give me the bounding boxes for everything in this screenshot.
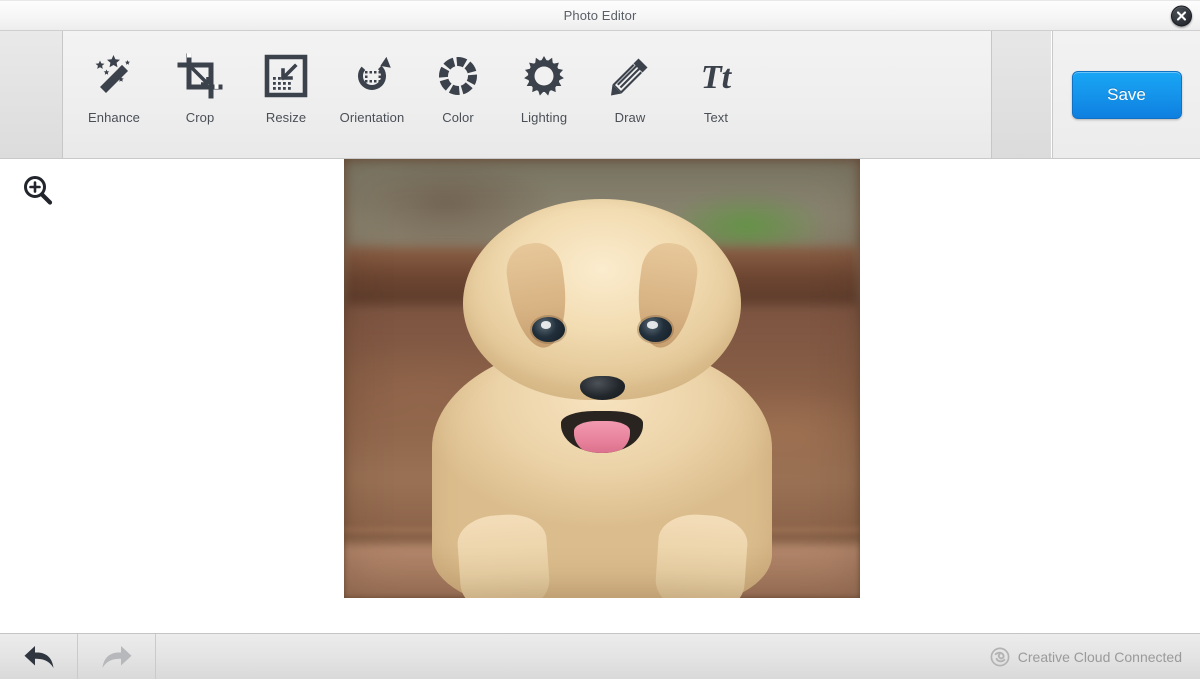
color-wheel-icon bbox=[435, 51, 481, 101]
toolbar: Enhance Crop Resize Orientation Color Li… bbox=[0, 31, 1200, 159]
tool-draw[interactable]: Draw bbox=[587, 51, 673, 125]
resize-icon bbox=[263, 51, 309, 101]
tool-color[interactable]: Color bbox=[415, 51, 501, 125]
tool-label: Color bbox=[442, 110, 474, 125]
rotate-icon bbox=[349, 51, 395, 101]
zoom-in-magnifier-icon bbox=[20, 173, 56, 209]
tool-resize[interactable]: Resize bbox=[243, 51, 329, 125]
tool-label: Orientation bbox=[339, 110, 405, 125]
undo-arrow-icon bbox=[22, 642, 56, 672]
window-title: Photo Editor bbox=[563, 8, 637, 23]
puppy-paw-left bbox=[455, 511, 551, 598]
photo-canvas[interactable] bbox=[344, 159, 860, 598]
tool-orientation[interactable]: Orientation bbox=[329, 51, 415, 125]
photo-editor-window: Photo Editor Enhance Crop Resize Orienta… bbox=[0, 0, 1200, 679]
toolbar-left-gutter bbox=[0, 31, 63, 158]
title-bar: Photo Editor bbox=[0, 0, 1200, 31]
tool-label: Crop bbox=[185, 110, 215, 125]
tool-crop[interactable]: Crop bbox=[157, 51, 243, 125]
tool-label: Text bbox=[703, 110, 729, 125]
tool-list: Enhance Crop Resize Orientation Color Li… bbox=[63, 31, 991, 158]
undo-button[interactable] bbox=[0, 634, 78, 679]
save-button[interactable]: Save bbox=[1071, 70, 1182, 119]
text-tt-icon: Tt bbox=[693, 51, 739, 101]
creative-cloud-icon bbox=[990, 647, 1010, 667]
tool-label: Draw bbox=[614, 110, 646, 125]
close-button[interactable] bbox=[1171, 5, 1192, 26]
canvas-area bbox=[0, 159, 1200, 633]
close-x-icon bbox=[1176, 10, 1187, 21]
pencil-icon bbox=[607, 51, 653, 101]
sun-icon bbox=[521, 51, 567, 101]
tool-label: Resize bbox=[265, 110, 307, 125]
bottom-bar: Creative Cloud Connected bbox=[0, 633, 1200, 679]
puppy-head bbox=[462, 198, 742, 401]
creative-cloud-status: Creative Cloud Connected bbox=[990, 634, 1200, 679]
tool-enhance[interactable]: Enhance bbox=[71, 51, 157, 125]
tool-lighting[interactable]: Lighting bbox=[501, 51, 587, 125]
magic-wand-icon bbox=[91, 51, 137, 101]
redo-arrow-icon bbox=[100, 642, 134, 672]
toolbar-right-gutter bbox=[991, 31, 1052, 158]
save-panel: Save bbox=[1052, 31, 1200, 158]
zoom-in-button[interactable] bbox=[16, 169, 60, 213]
tool-label: Lighting bbox=[520, 110, 568, 125]
puppy-paw-right bbox=[653, 511, 749, 598]
svg-text:Tt: Tt bbox=[701, 59, 733, 96]
photo-image bbox=[344, 159, 860, 598]
crop-icon bbox=[177, 51, 223, 101]
creative-cloud-status-text: Creative Cloud Connected bbox=[1017, 648, 1182, 665]
tool-text[interactable]: Tt Text bbox=[673, 51, 759, 125]
tool-label: Enhance bbox=[87, 110, 141, 125]
puppy-eye-left bbox=[532, 317, 566, 342]
bottom-bar-spacer bbox=[156, 634, 990, 679]
redo-button[interactable] bbox=[78, 634, 156, 679]
puppy-tongue bbox=[573, 420, 631, 454]
puppy-eye-right bbox=[638, 317, 672, 342]
